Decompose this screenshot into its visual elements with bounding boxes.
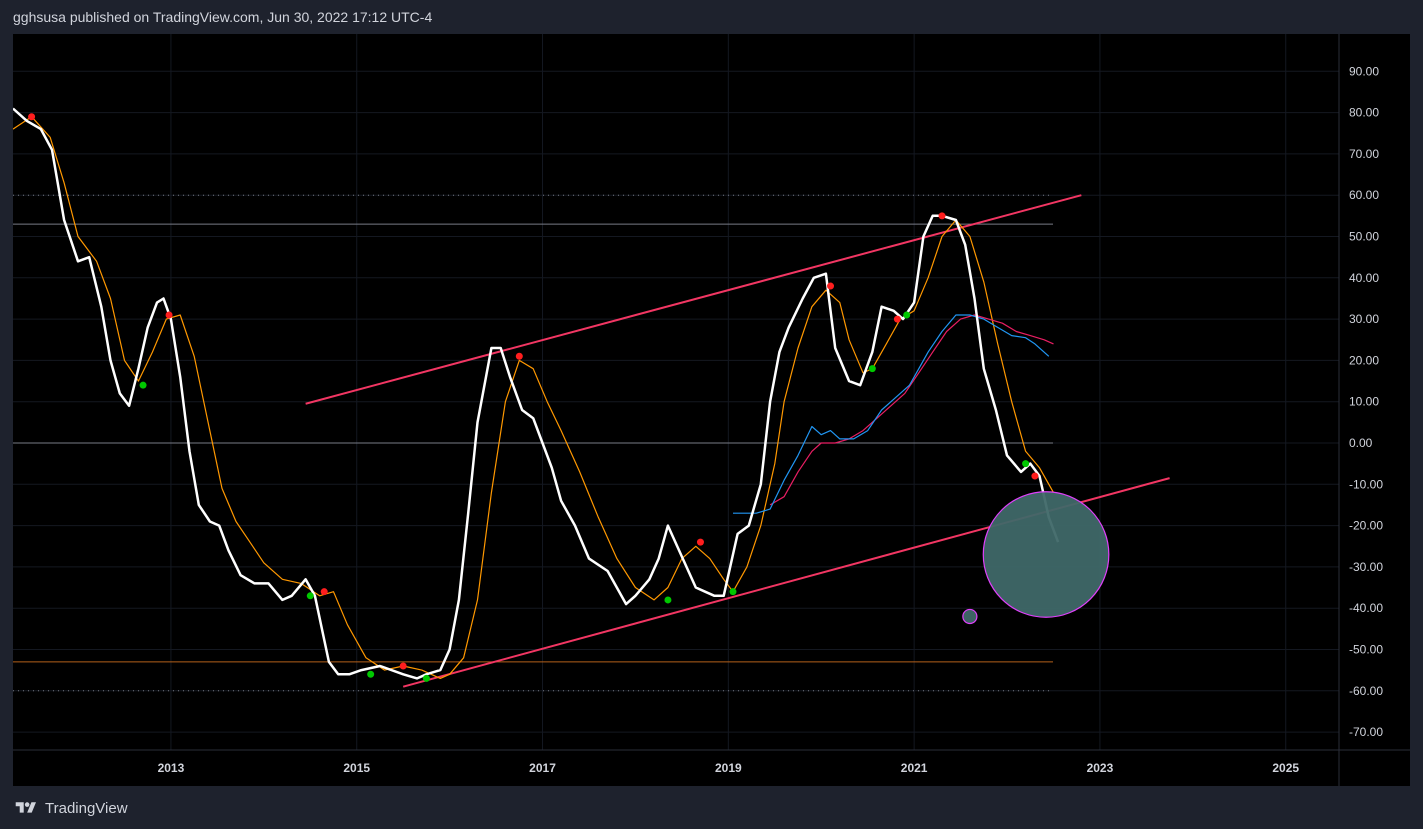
y-tick-label: -10.00 — [1349, 477, 1383, 491]
sell-marker — [893, 315, 901, 323]
x-tick-label: 2023 — [1087, 761, 1114, 775]
sell-marker — [320, 588, 328, 596]
y-tick-label: 90.00 — [1349, 64, 1379, 78]
series-red-ma — [769, 314, 1054, 506]
x-tick-label: 2019 — [715, 761, 742, 775]
buy-marker — [664, 596, 672, 604]
y-tick-label: 10.00 — [1349, 395, 1379, 409]
y-tick-label: 30.00 — [1349, 312, 1379, 326]
y-tick-label: 80.00 — [1349, 106, 1379, 120]
publish-header: gghsusa published on TradingView.com, Ju… — [13, 9, 433, 25]
buy-marker — [903, 311, 911, 319]
series-signal — [13, 116, 1055, 680]
sell-marker — [938, 212, 946, 220]
series-lines — [13, 107, 1060, 680]
x-tick-label: 2025 — [1272, 761, 1299, 775]
chart-svg[interactable]: 90.00 80.00 70.00 60.00 50.00 40.00 30.00 20.00… — [13, 34, 1410, 786]
sell-marker — [165, 311, 173, 319]
chart-pane[interactable]: 90.00 80.00 70.00 60.00 50.00 40.00 30.00 20.00… — [13, 34, 1410, 786]
horizontal-levels — [13, 194, 1053, 692]
small-bubble — [962, 608, 978, 625]
sell-marker — [1031, 472, 1039, 480]
bubble-circles — [962, 491, 1110, 625]
buy-marker — [306, 592, 314, 600]
x-tick-label: 2021 — [901, 761, 928, 775]
y-tick-label: 20.00 — [1349, 353, 1379, 367]
signal-markers — [28, 113, 1039, 682]
sell-marker — [827, 282, 835, 290]
x-tick-label: 2013 — [158, 761, 185, 775]
y-tick-label: -60.00 — [1349, 684, 1383, 698]
sell-marker — [399, 662, 407, 670]
y-tick-label: 0.00 — [1349, 436, 1373, 450]
y-tick-label: -70.00 — [1349, 725, 1383, 739]
series-main — [13, 107, 1060, 680]
sell-marker — [515, 352, 523, 360]
buy-marker — [868, 365, 876, 373]
tradingview-logo-icon — [15, 802, 36, 813]
x-axis: 2013 2015 2017 2019 2021 2023 2025 — [158, 761, 1300, 775]
y-tick-label: -20.00 — [1349, 519, 1383, 533]
y-tick-label: 40.00 — [1349, 271, 1379, 285]
y-tick-label: -40.00 — [1349, 601, 1383, 615]
series-blue-ma — [733, 314, 1050, 514]
y-tick-label: -50.00 — [1349, 643, 1383, 657]
channel-line — [305, 194, 1082, 405]
buy-marker — [367, 670, 375, 678]
sell-marker — [28, 113, 36, 121]
buy-marker — [422, 674, 430, 682]
y-tick-label: 60.00 — [1349, 188, 1379, 202]
buy-marker — [1022, 460, 1030, 468]
footer: TradingView — [13, 797, 128, 819]
buy-marker — [139, 381, 147, 389]
x-tick-label: 2017 — [529, 761, 556, 775]
grid-layer — [13, 34, 1339, 750]
y-axis: 90.00 80.00 70.00 60.00 50.00 40.00 30.00 20.00… — [1349, 64, 1383, 739]
buy-marker — [729, 588, 737, 596]
footer-brand: TradingView — [45, 799, 128, 817]
x-tick-label: 2015 — [343, 761, 370, 775]
large-bubble — [982, 491, 1110, 618]
y-tick-label: 70.00 — [1349, 147, 1379, 161]
y-tick-label: 50.00 — [1349, 230, 1379, 244]
y-tick-label: -30.00 — [1349, 560, 1383, 574]
sell-marker — [696, 538, 704, 546]
